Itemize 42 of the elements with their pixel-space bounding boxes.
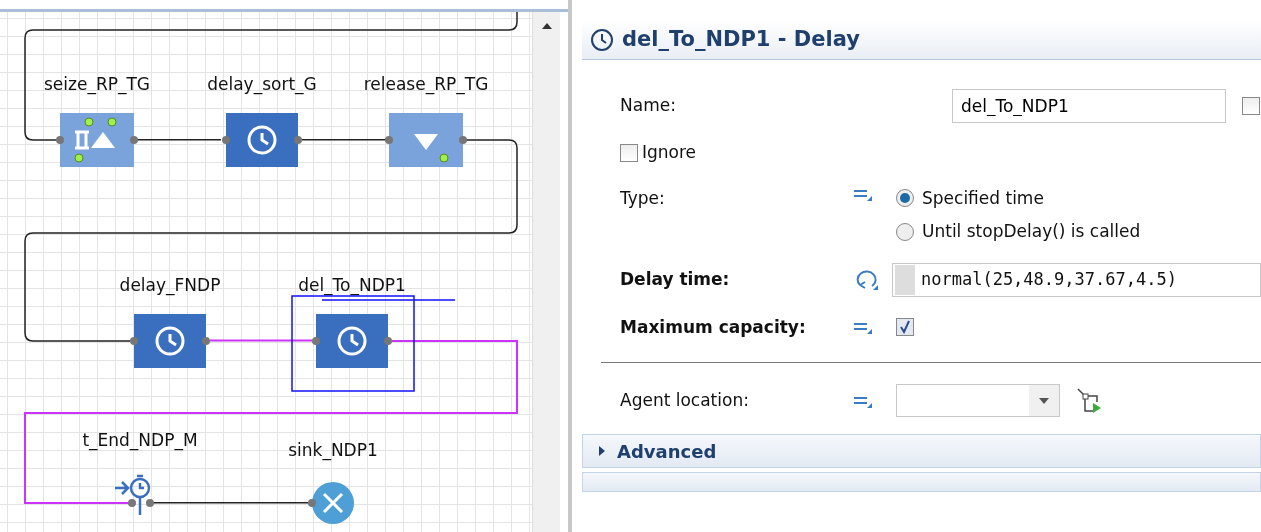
delay-time-field[interactable]: normal(25,48.9,37.67,4.5) (892, 262, 1261, 297)
delay-block[interactable] (222, 113, 302, 167)
field-label: Delay time: (620, 267, 731, 291)
radio-button[interactable] (896, 222, 914, 241)
connector[interactable] (24, 139, 518, 342)
block-label: seize_RP_TG (44, 74, 150, 94)
field-option-icon[interactable] (1242, 97, 1260, 115)
caret-icon (1039, 397, 1049, 404)
release-block[interactable] (385, 113, 467, 167)
block-label: delay_sort_G (207, 74, 317, 94)
checkbox-label: Ignore (642, 141, 697, 164)
connector[interactable] (137, 139, 221, 141)
stopwatch-block[interactable] (113, 474, 154, 517)
connector[interactable] (24, 12, 518, 141)
maximum-capacity-checkbox[interactable] (896, 318, 914, 337)
connector[interactable] (302, 139, 386, 141)
connector[interactable] (24, 340, 518, 504)
clock-icon (590, 27, 614, 52)
block-label: del_To_NDP1 (298, 275, 406, 295)
radio-label: Specified time (922, 186, 1044, 210)
sink-block[interactable] (308, 482, 354, 524)
field-label: Agent location: (620, 388, 750, 412)
name-field[interactable]: del_To_NDP1 (952, 89, 1226, 123)
radio-label: Until stopDelay() is called (922, 220, 1141, 243)
seize-block[interactable] (56, 113, 138, 167)
radio-button[interactable] (896, 189, 914, 208)
block-label: sink_NDP1 (288, 440, 378, 460)
delay-block[interactable] (130, 314, 210, 368)
block-label: t_End_NDP_M (82, 430, 198, 450)
block-label: release_RP_TG (363, 74, 489, 94)
scroll-up-icon[interactable] (540, 22, 553, 30)
delay-block[interactable] (312, 314, 392, 368)
field-label: Name: (620, 94, 677, 118)
block-label: delay_FNDP (119, 275, 221, 295)
scrollbar[interactable] (532, 12, 560, 532)
connector[interactable] (152, 502, 308, 504)
field-label: Type: (620, 186, 666, 210)
panel-title: del_To_NDP1 - Delay (622, 26, 860, 53)
field-label: Maximum capacity: (620, 315, 807, 339)
ignore-checkbox[interactable] (620, 143, 638, 162)
section-header[interactable]: Advanced (582, 434, 1261, 468)
expand-icon (597, 446, 607, 456)
